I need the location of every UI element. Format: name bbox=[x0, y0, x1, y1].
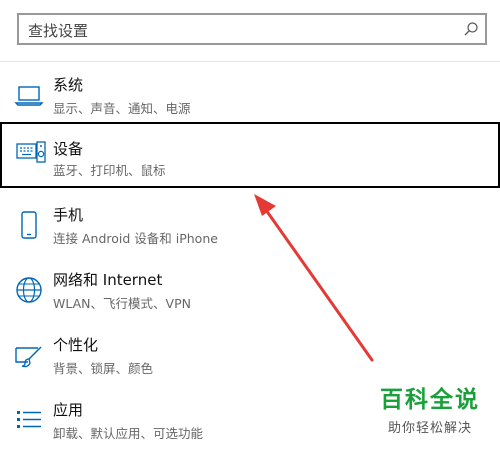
laptop-icon bbox=[14, 86, 44, 106]
phone-icon bbox=[21, 211, 37, 239]
settings-item-title: 网络和 Internet bbox=[53, 271, 163, 289]
search-placeholder: 查找设置 bbox=[28, 22, 89, 40]
watermark: 百科全说 助你轻松解决 bbox=[370, 380, 490, 436]
settings-item-subtitle: WLAN、飞行模式、VPN bbox=[53, 296, 191, 311]
settings-item-title: 手机 bbox=[53, 206, 84, 224]
watermark-title: 百科全说 bbox=[380, 387, 480, 413]
paintbrush-icon bbox=[15, 346, 42, 368]
settings-item-network[interactable]: 网络和 Internet WLAN、飞行模式、VPN bbox=[0, 263, 500, 327]
settings-item-title: 个性化 bbox=[53, 336, 99, 354]
settings-item-title: 设备 bbox=[53, 140, 84, 158]
watermark-subtitle: 助你轻松解决 bbox=[387, 421, 472, 436]
settings-item-devices[interactable]: 设备 蓝牙、打印机、鼠标 bbox=[0, 122, 500, 188]
settings-item-title: 系统 bbox=[53, 76, 84, 94]
settings-item-subtitle: 卸载、默认应用、可选功能 bbox=[53, 426, 204, 441]
settings-item-subtitle: 蓝牙、打印机、鼠标 bbox=[53, 163, 166, 178]
settings-item-subtitle: 背景、锁屏、颜色 bbox=[53, 361, 154, 376]
apps-list-icon bbox=[17, 411, 41, 428]
search-input[interactable]: 查找设置 bbox=[17, 13, 487, 45]
settings-item-phone[interactable]: 手机 连接 Android 设备和 iPhone bbox=[0, 198, 500, 262]
settings-item-subtitle: 连接 Android 设备和 iPhone bbox=[53, 231, 218, 246]
settings-item-subtitle: 显示、声音、通知、电源 bbox=[53, 101, 191, 116]
settings-item-title: 应用 bbox=[53, 401, 84, 419]
divider bbox=[0, 61, 500, 62]
search-icon[interactable] bbox=[463, 21, 479, 37]
keyboard-speaker-icon bbox=[16, 141, 46, 163]
globe-icon bbox=[16, 277, 42, 303]
